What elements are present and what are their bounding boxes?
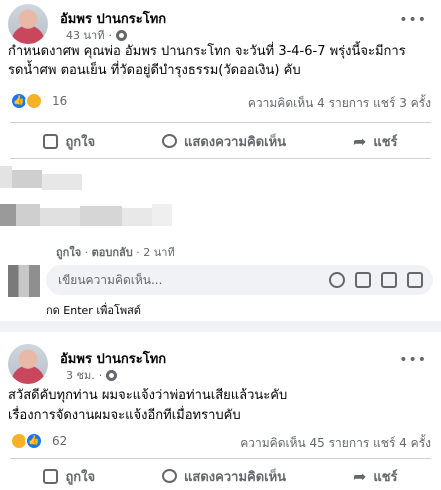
comment-icon [162, 134, 178, 148]
reaction-count[interactable]: 62 [52, 434, 67, 448]
action-bar: ถูกใจ แสดงความคิดเห็น ➦ แชร์ [10, 127, 431, 155]
avatar[interactable] [8, 344, 48, 384]
gif-icon[interactable] [381, 272, 397, 288]
camera-icon[interactable] [355, 272, 371, 288]
comment-time[interactable]: 2 นาที [143, 246, 174, 259]
comment-like-link[interactable]: ถูกใจ [56, 246, 81, 259]
post-stats: 👍 16 ความคิดเห็น 4 รายการ แชร์ 3 ครั้ง [10, 92, 431, 112]
post-card: อัมพร ปานกระโทก 43 นาที · ••• กำหนดงาศพ … [0, 0, 441, 321]
post-header: อัมพร ปานกระโทก 43 นาที · ••• [8, 4, 433, 44]
avatar [8, 265, 40, 297]
post-text: กำหนดงาศพ คุณพ่อ อัมพร ปานกระโทก จะวันที… [8, 44, 406, 78]
comments-shares-summary[interactable]: ความคิดเห็น 4 รายการ แชร์ 3 ครั้ง [248, 94, 431, 113]
like-button[interactable]: ถูกใจ [43, 466, 95, 487]
avatar[interactable] [8, 4, 48, 44]
globe-icon [106, 369, 118, 381]
post-header: อัมพร ปานกระโทก 3 ชม. · ••• [8, 344, 433, 384]
post-stats: 👍 62 ความคิดเห็น 45 รายการ แชร์ 4 ครั้ง [10, 432, 431, 452]
share-icon: ➦ [352, 131, 367, 151]
sad-reaction-icon [25, 92, 43, 110]
thumbs-up-icon [43, 133, 59, 149]
more-options-icon[interactable]: ••• [399, 352, 427, 368]
post-meta: 3 ชม. · [66, 366, 118, 384]
globe-icon [115, 29, 127, 41]
reaction-icons[interactable]: 👍 [10, 92, 43, 110]
comment-button[interactable]: แสดงความคิดเห็น [162, 131, 286, 152]
divider [10, 158, 431, 159]
thumbs-up-icon [43, 468, 59, 484]
reaction-count[interactable]: 16 [52, 94, 67, 108]
post-time[interactable]: 3 ชม. [66, 366, 95, 384]
comment-reply-link[interactable]: ตอบกลับ [92, 246, 133, 259]
sticker-icon[interactable] [407, 272, 423, 288]
more-options-icon[interactable]: ••• [399, 12, 427, 28]
comments-shares-summary[interactable]: ความคิดเห็น 45 รายการ แชร์ 4 ครั้ง [240, 434, 431, 453]
enter-hint: กด Enter เพื่อโพสต์ [46, 304, 141, 317]
share-icon: ➦ [352, 466, 367, 486]
comment-composer [8, 265, 433, 297]
action-bar: ถูกใจ แสดงความคิดเห็น ➦ แชร์ [10, 462, 431, 490]
composer-icons [329, 272, 423, 288]
emoji-icon[interactable] [329, 272, 345, 288]
comment-meta: ถูกใจ · ตอบกลับ · 2 นาที [56, 246, 175, 259]
comment-button[interactable]: แสดงความคิดเห็น [162, 466, 286, 487]
divider [10, 122, 431, 123]
pixelated-comment [0, 160, 200, 240]
divider [10, 458, 431, 459]
comment-icon [162, 469, 178, 483]
share-button[interactable]: ➦ แชร์ [353, 466, 398, 487]
share-button[interactable]: ➦ แชร์ [353, 131, 398, 152]
post-text-line-2: เรื่องการจัดงานผมจะแจ้งอีกทีเมื่อทราบคับ [8, 408, 241, 423]
like-reaction-icon: 👍 [25, 432, 43, 450]
reaction-icons[interactable]: 👍 [10, 432, 43, 450]
post-card: อัมพร ปานกระโทก 3 ชม. · ••• สวัสดีคับทุก… [0, 332, 441, 490]
post-text-line-1: สวัสดีคับทุกท่าน ผมจะแจ้งว่าพ่อท่านเสียแ… [8, 388, 288, 403]
like-button[interactable]: ถูกใจ [43, 131, 95, 152]
